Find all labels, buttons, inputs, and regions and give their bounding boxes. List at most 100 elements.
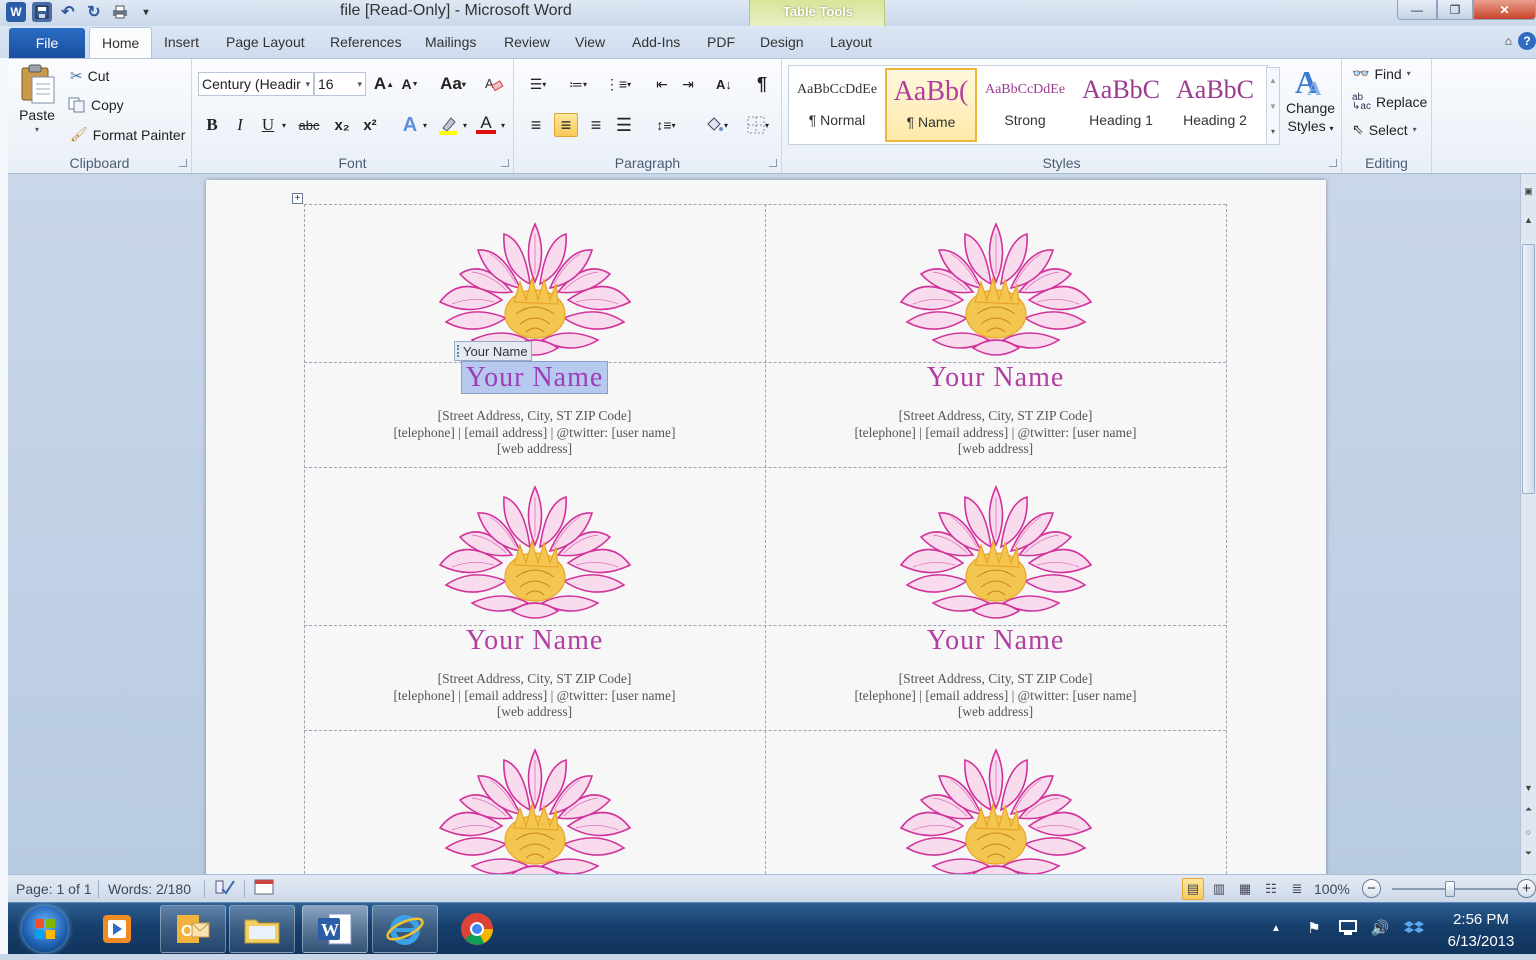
underline-button[interactable]: U [256, 113, 280, 137]
card-web[interactable]: [web address] [765, 441, 1226, 457]
taskbar-word[interactable]: W [302, 905, 368, 953]
zoom-level[interactable]: 100% [1314, 881, 1350, 897]
business-card[interactable]: Your Name [Street Address, City, ST ZIP C… [304, 467, 765, 730]
scrollbar-thumb[interactable] [1522, 244, 1535, 494]
gallery-down-icon[interactable]: ▼ [1267, 94, 1279, 120]
copy-button[interactable]: Copy [68, 97, 124, 113]
tab-layout[interactable]: Layout [830, 34, 872, 50]
align-left-button[interactable]: ≡ [524, 113, 548, 137]
format-painter-button[interactable]: 🖌 Format Painter [70, 126, 185, 143]
macro-record-icon[interactable] [254, 878, 274, 899]
tab-add-ins[interactable]: Add-Ins [632, 34, 680, 50]
align-right-button[interactable]: ≡ [584, 113, 608, 137]
print-layout-view-button[interactable]: ▤ [1182, 878, 1204, 900]
styles-dialog-launcher-icon[interactable] [1329, 159, 1337, 167]
card-name[interactable]: Your Name [765, 625, 1226, 657]
font-name-combo[interactable]: Century (Headir ▾ [198, 72, 314, 96]
business-card[interactable] [765, 730, 1226, 874]
action-center-flag-icon[interactable]: ⚑ [1304, 918, 1324, 938]
card-contact[interactable]: [telephone] | [email address] | @twitter… [304, 688, 765, 704]
clipboard-dialog-launcher-icon[interactable] [179, 159, 187, 167]
volume-icon[interactable]: 🔊 [1370, 918, 1390, 938]
zoom-slider-thumb[interactable] [1445, 881, 1455, 897]
change-styles-button[interactable]: AA Change Styles ▾ [1286, 63, 1335, 138]
numbering-button[interactable]: ≔ ▾ [560, 72, 596, 96]
shading-button[interactable]: ▾ [698, 113, 734, 137]
change-case-button[interactable]: Aa ▾ [436, 72, 470, 96]
undo-icon[interactable]: ↶ [58, 2, 78, 22]
style-tile[interactable]: AaBb(¶ Name [885, 68, 977, 142]
next-page-icon[interactable]: ⏷ [1521, 846, 1536, 861]
card-address[interactable]: [Street Address, City, ST ZIP Code] [765, 408, 1226, 424]
subscript-button[interactable]: x₂ [330, 113, 354, 137]
tab-insert[interactable]: Insert [164, 34, 199, 50]
replace-button[interactable]: ab ↳ac Replace [1352, 93, 1427, 112]
customize-qat-icon[interactable]: ▾ [136, 2, 156, 22]
full-screen-reading-button[interactable]: ▥ [1208, 878, 1230, 900]
find-button[interactable]: 👓 Find ▾ [1352, 65, 1411, 82]
document-page[interactable]: + Your Name [Street Address, City, ST ZI… [206, 180, 1326, 874]
tab-file[interactable]: File [9, 28, 85, 58]
help-icon[interactable]: ? [1518, 32, 1536, 50]
highlight-button[interactable] [436, 113, 460, 137]
network-icon[interactable] [1338, 918, 1358, 938]
tray-overflow-icon[interactable]: ▲ [1266, 918, 1286, 938]
taskbar-media-player[interactable] [84, 905, 150, 953]
browse-object-icon[interactable]: ○ [1521, 824, 1536, 839]
style-tile[interactable]: AaBbC Heading 2 [1169, 68, 1261, 142]
start-button[interactable] [22, 906, 68, 952]
style-tile[interactable]: AaBbC Heading 1 [1075, 68, 1167, 142]
card-web[interactable]: [web address] [304, 441, 765, 457]
gallery-up-icon[interactable]: ▲ [1267, 68, 1279, 94]
print-icon[interactable] [110, 2, 130, 22]
card-name[interactable]: Your Name [304, 361, 765, 394]
sort-button[interactable]: A↓ [712, 72, 736, 96]
superscript-button[interactable]: x² [358, 113, 382, 137]
proofing-icon[interactable] [214, 877, 236, 900]
select-button[interactable]: ⇖ Select ▾ [1352, 121, 1417, 138]
show-hide-button[interactable]: ¶ [750, 72, 774, 96]
redo-icon[interactable]: ↻ [84, 2, 104, 22]
zoom-slider-track[interactable] [1392, 888, 1520, 890]
cut-button[interactable]: ✂ Cut [70, 67, 109, 85]
ruler-toggle-icon[interactable]: ▣ [1521, 184, 1536, 199]
card-contact[interactable]: [telephone] | [email address] | @twitter… [765, 425, 1226, 441]
align-center-button[interactable]: ≡ [554, 113, 578, 137]
tab-pdf[interactable]: PDF [707, 34, 735, 50]
outline-view-button[interactable]: ☷ [1260, 878, 1282, 900]
highlight-dropdown-icon[interactable]: ▾ [460, 113, 470, 137]
card-name[interactable]: Your Name [765, 362, 1226, 394]
card-address[interactable]: [Street Address, City, ST ZIP Code] [304, 671, 765, 687]
tab-page-layout[interactable]: Page Layout [226, 34, 305, 50]
card-address[interactable]: [Street Address, City, ST ZIP Code] [765, 671, 1226, 687]
zoom-in-button[interactable]: + [1517, 879, 1536, 898]
clear-formatting-button[interactable]: A [482, 72, 506, 96]
style-tile[interactable]: AaBbCcDdEe Strong [979, 68, 1071, 142]
scroll-down-icon[interactable]: ▼ [1521, 780, 1536, 795]
tab-design[interactable]: Design [760, 34, 804, 50]
italic-button[interactable]: I [228, 113, 252, 137]
table-move-handle-icon[interactable]: + [292, 193, 303, 204]
maximize-button[interactable]: ❐ [1437, 0, 1473, 20]
page-count[interactable]: Page: 1 of 1 [16, 881, 92, 897]
font-color-button[interactable]: A [474, 113, 498, 137]
business-card[interactable]: Your Name [Street Address, City, ST ZIP C… [765, 204, 1226, 467]
gallery-more-icon[interactable]: ▾ [1267, 120, 1279, 144]
paragraph-dialog-launcher-icon[interactable] [769, 159, 777, 167]
bold-button[interactable]: B [200, 113, 224, 137]
card-contact[interactable]: [telephone] | [email address] | @twitter… [304, 425, 765, 441]
strikethrough-button[interactable]: abc [294, 113, 324, 137]
justify-button[interactable]: ☰ [612, 113, 636, 137]
business-card[interactable]: Your Name [Street Address, City, ST ZIP C… [304, 204, 765, 467]
word-app-icon[interactable]: W [6, 2, 26, 22]
content-control-tag[interactable]: Your Name [454, 341, 532, 361]
minimize-ribbon-icon[interactable]: ⌂ [1505, 34, 1512, 48]
close-button[interactable]: ✕ [1473, 0, 1536, 20]
taskbar-outlook[interactable]: O [160, 905, 226, 953]
font-dialog-launcher-icon[interactable] [501, 159, 509, 167]
scroll-up-icon[interactable]: ▲ [1521, 212, 1536, 227]
dropbox-icon[interactable] [1404, 918, 1424, 938]
increase-indent-button[interactable]: ⇥ [676, 72, 700, 96]
tab-home[interactable]: Home [89, 27, 153, 58]
draft-view-button[interactable]: ≣ [1286, 878, 1308, 900]
